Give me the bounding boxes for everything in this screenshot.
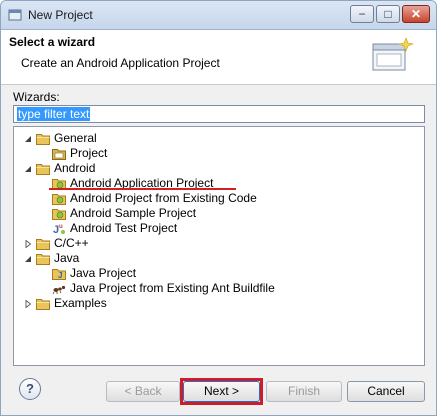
svg-text:J: J: [58, 271, 62, 280]
java-project-icon: J: [52, 269, 66, 280]
tree-item-android-sample-project[interactable]: Android Sample Project: [14, 206, 424, 221]
new-project-dialog: New Project − □ ✕ Select a wizard Create…: [0, 0, 437, 416]
cancel-button[interactable]: Cancel: [347, 381, 425, 402]
close-button[interactable]: ✕: [402, 5, 430, 23]
tree-item-label: Examples: [54, 296, 107, 310]
wizard-header: Select a wizard Create an Android Applic…: [1, 30, 436, 85]
android-project-icon: [52, 209, 66, 220]
tree-item-label: Project: [70, 146, 108, 160]
tree-item-project[interactable]: Project: [14, 146, 424, 161]
tree-item-android[interactable]: Android: [14, 161, 424, 176]
finish-button[interactable]: Finish: [266, 381, 342, 402]
tree-item-label: Android Sample Project: [70, 206, 197, 220]
android-test-icon: Ju: [53, 224, 65, 235]
wizard-banner-icon: [372, 37, 414, 71]
tree-item-java-ant-buildfile[interactable]: Java Project from Existing Ant Buildfile: [14, 281, 424, 296]
filter-text: type filter text: [17, 107, 91, 121]
svg-text:u: u: [59, 224, 63, 230]
folder-icon: [36, 164, 50, 175]
tree-item-general[interactable]: General: [14, 131, 424, 146]
minimize-button[interactable]: −: [350, 5, 374, 23]
tree-item-android-test-project[interactable]: Ju Android Test Project: [14, 221, 424, 236]
wizards-label: Wizards:: [13, 90, 60, 104]
tree-item-label: Android Test Project: [70, 221, 178, 235]
project-icon: [52, 149, 66, 160]
tree-item-label: Java Project from Existing Ant Buildfile: [70, 281, 275, 295]
folder-icon: [36, 299, 50, 310]
folder-icon: [36, 134, 50, 145]
tree-item-label: C/C++: [54, 236, 89, 250]
wizard-filter-input[interactable]: type filter text: [13, 105, 425, 123]
folder-icon: [36, 254, 50, 265]
eclipse-app-icon: [8, 9, 22, 21]
tree-item-label: Android Project from Existing Code: [70, 191, 257, 205]
tree-item-java[interactable]: Java: [14, 251, 424, 266]
expanded-arrow-icon[interactable]: [24, 135, 32, 143]
android-project-icon: [52, 194, 66, 205]
collapsed-arrow-icon[interactable]: [24, 240, 32, 248]
page-description: Create an Android Application Project: [21, 56, 220, 70]
ant-buildfile-icon: [52, 285, 66, 295]
next-highlight-box: [180, 378, 263, 405]
tree-item-label: General: [54, 131, 97, 145]
window-title: New Project: [28, 8, 93, 22]
highlight-underline: [49, 188, 236, 190]
expanded-arrow-icon[interactable]: [24, 255, 32, 263]
expanded-arrow-icon[interactable]: [24, 165, 32, 173]
tree-item-java-project[interactable]: J Java Project: [14, 266, 424, 281]
tree-item-label: Java Project: [70, 266, 137, 280]
wizard-tree[interactable]: General Project Android Android Applicat…: [13, 126, 425, 366]
help-button[interactable]: ?: [19, 378, 41, 400]
tree-item-c-cpp[interactable]: C/C++: [14, 236, 424, 251]
page-title: Select a wizard: [9, 35, 96, 49]
maximize-button[interactable]: □: [376, 5, 400, 23]
back-button[interactable]: < Back: [106, 381, 180, 402]
collapsed-arrow-icon[interactable]: [24, 300, 32, 308]
tree-item-label: Android: [54, 161, 96, 175]
tree-item-label: Java: [54, 251, 80, 265]
folder-icon: [36, 239, 50, 250]
title-bar[interactable]: New Project − □ ✕: [1, 1, 436, 30]
tree-item-examples[interactable]: Examples: [14, 296, 424, 311]
tree-item-android-project-existing-code[interactable]: Android Project from Existing Code: [14, 191, 424, 206]
